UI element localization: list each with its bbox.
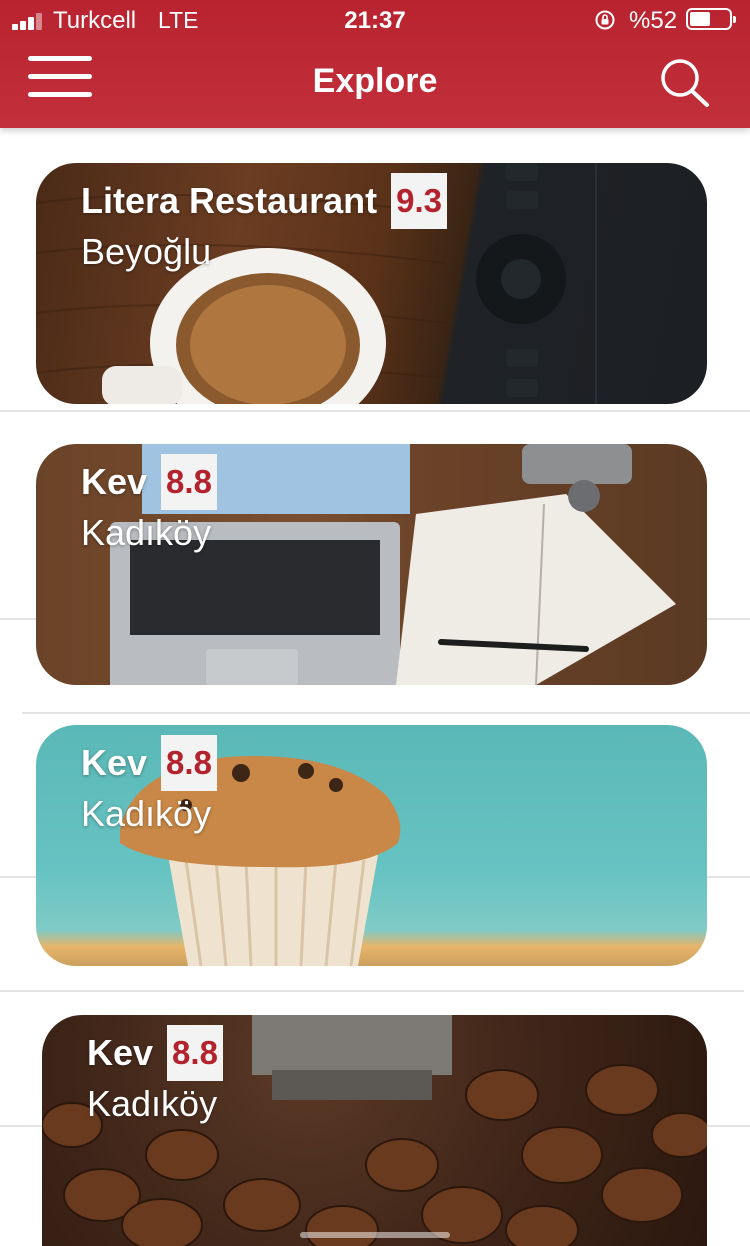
battery-percentage: %52 — [629, 7, 678, 34]
page-title: Explore — [312, 62, 438, 100]
divider — [0, 990, 744, 992]
place-card[interactable]: Litera Restaurant 9.3 Beyoğlu — [36, 163, 707, 404]
search-button[interactable] — [656, 56, 714, 110]
place-location: Kadıköy — [87, 1083, 218, 1124]
place-card[interactable]: Kev 8.8 Kadıköy — [42, 1015, 707, 1246]
rating-badge: 9.3 — [391, 173, 447, 229]
rating-badge: 8.8 — [167, 1025, 223, 1081]
divider — [0, 410, 750, 412]
battery-icon — [686, 8, 736, 30]
place-name: Kev — [81, 742, 148, 783]
place-card[interactable]: Kev 8.8 Kadıköy — [36, 725, 707, 966]
rotation-lock-icon — [595, 10, 615, 30]
rating-badge: 8.8 — [161, 735, 217, 791]
divider — [22, 712, 750, 714]
home-indicator[interactable] — [300, 1232, 450, 1238]
place-name: Litera Restaurant — [81, 180, 378, 221]
search-icon — [661, 59, 709, 107]
place-location: Kadıköy — [81, 793, 212, 834]
hamburger-menu-icon — [28, 56, 92, 61]
place-location: Beyoğlu — [81, 231, 212, 272]
place-location: Kadıköy — [81, 512, 212, 553]
place-name: Kev — [81, 461, 148, 502]
top-bar: Turkcell LTE 21:37 %52 Explore — [0, 0, 750, 128]
status-bar: Turkcell LTE 21:37 %52 — [0, 0, 750, 42]
place-card[interactable]: Kev 8.8 Kadıköy — [36, 444, 707, 685]
rating-badge: 8.8 — [161, 454, 217, 510]
place-name: Kev — [87, 1032, 154, 1073]
